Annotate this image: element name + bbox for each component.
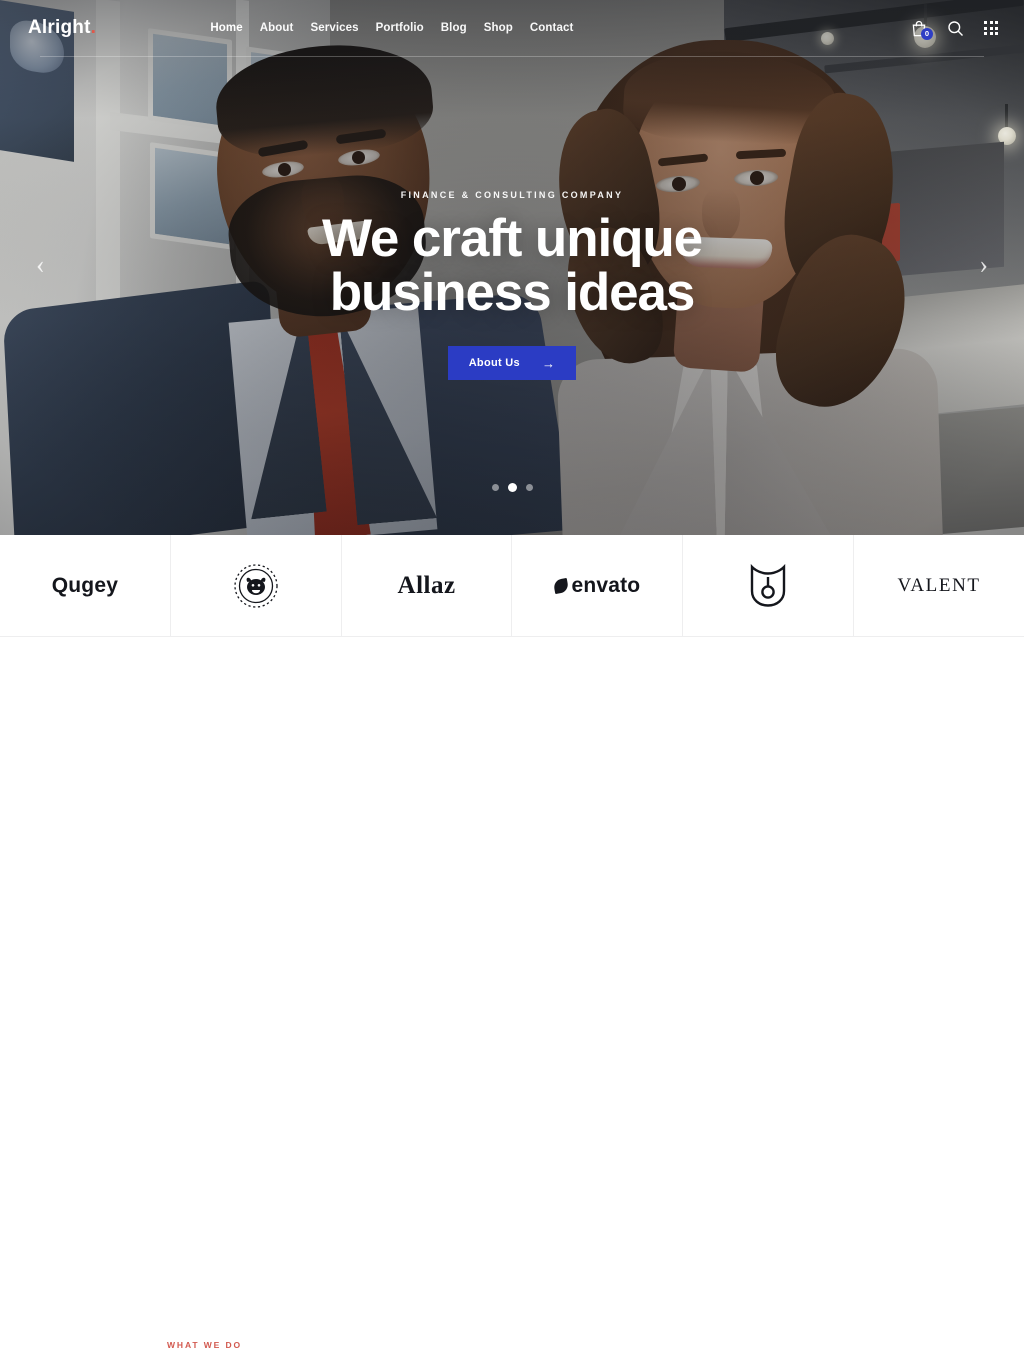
hero-headline-line-2: business ideas <box>329 263 696 323</box>
hero-content: FINANCE & CONSULTING COMPANY We craft un… <box>0 190 1024 381</box>
nav-item-blog[interactable]: Blog <box>441 22 467 34</box>
slider-dot-1[interactable] <box>491 484 499 491</box>
site-logo[interactable]: Alright. <box>28 17 96 39</box>
tulip-shield-icon <box>751 563 786 607</box>
hero-headline-line-1: We craft unique <box>321 209 703 268</box>
what-we-do-section: WHAT WE DO <box>0 637 1024 1350</box>
header-divider <box>40 56 984 57</box>
hero-eyebrow: FINANCE & CONSULTING COMPANY <box>400 190 624 200</box>
logo-accent-dot: . <box>90 17 97 38</box>
slider-dot-3[interactable] <box>525 484 533 491</box>
client-logo-label: envato <box>571 573 641 597</box>
grid-menu-icon[interactable] <box>982 19 1000 37</box>
nav-item-about[interactable]: About <box>260 22 294 34</box>
header-icon-group: 0 <box>910 19 1000 40</box>
client-logo-strip: Qugey Allaz envato VALENT <box>0 535 1024 637</box>
client-logo-bulldog-badge[interactable] <box>171 535 342 636</box>
primary-navigation: Home About Services Portfolio Blog Shop … <box>210 22 573 34</box>
hero-slider[interactable]: Alright. Home About Services Portfolio B… <box>0 0 1024 535</box>
slider-prev-arrow-icon[interactable]: ‹ <box>36 252 45 278</box>
site-header: Alright. Home About Services Portfolio B… <box>0 0 1024 56</box>
shopping-bag-icon[interactable]: 0 <box>910 19 933 40</box>
nav-item-contact[interactable]: Contact <box>530 22 574 34</box>
hero-cta-wrapper: About Us → <box>447 346 577 381</box>
nav-item-portfolio[interactable]: Portfolio <box>376 22 424 34</box>
client-logo-allaz[interactable]: Allaz <box>342 535 513 636</box>
search-icon[interactable] <box>946 19 964 37</box>
about-us-button-label: About Us <box>468 357 520 370</box>
client-logo-label: Qugey <box>51 573 119 597</box>
client-logo-tulip[interactable] <box>683 535 855 636</box>
cart-count-badge: 0 <box>921 28 933 40</box>
client-logo-qugey[interactable]: Qugey <box>0 535 171 636</box>
client-logo-valent[interactable]: VALENT <box>854 535 1024 636</box>
hero-headline: We craft unique business ideas <box>321 209 703 323</box>
slider-dot-2[interactable] <box>507 483 517 492</box>
logo-text: Alright <box>28 17 91 38</box>
client-logo-label: Allaz <box>397 571 456 599</box>
client-logo-label: VALENT <box>897 574 981 596</box>
slider-pagination <box>0 483 1024 492</box>
nav-item-home[interactable]: Home <box>210 22 242 34</box>
bulldog-badge-icon <box>234 563 278 608</box>
slider-next-arrow-icon[interactable]: › <box>979 252 988 278</box>
envato-leaf-icon <box>553 577 570 594</box>
arrow-right-icon: → <box>541 355 556 371</box>
nav-item-shop[interactable]: Shop <box>484 22 513 34</box>
nav-item-services[interactable]: Services <box>310 22 358 34</box>
what-we-do-label: WHAT WE DO <box>167 1340 243 1350</box>
client-logo-envato[interactable]: envato <box>512 535 684 636</box>
about-us-button[interactable]: About Us → <box>447 346 577 381</box>
